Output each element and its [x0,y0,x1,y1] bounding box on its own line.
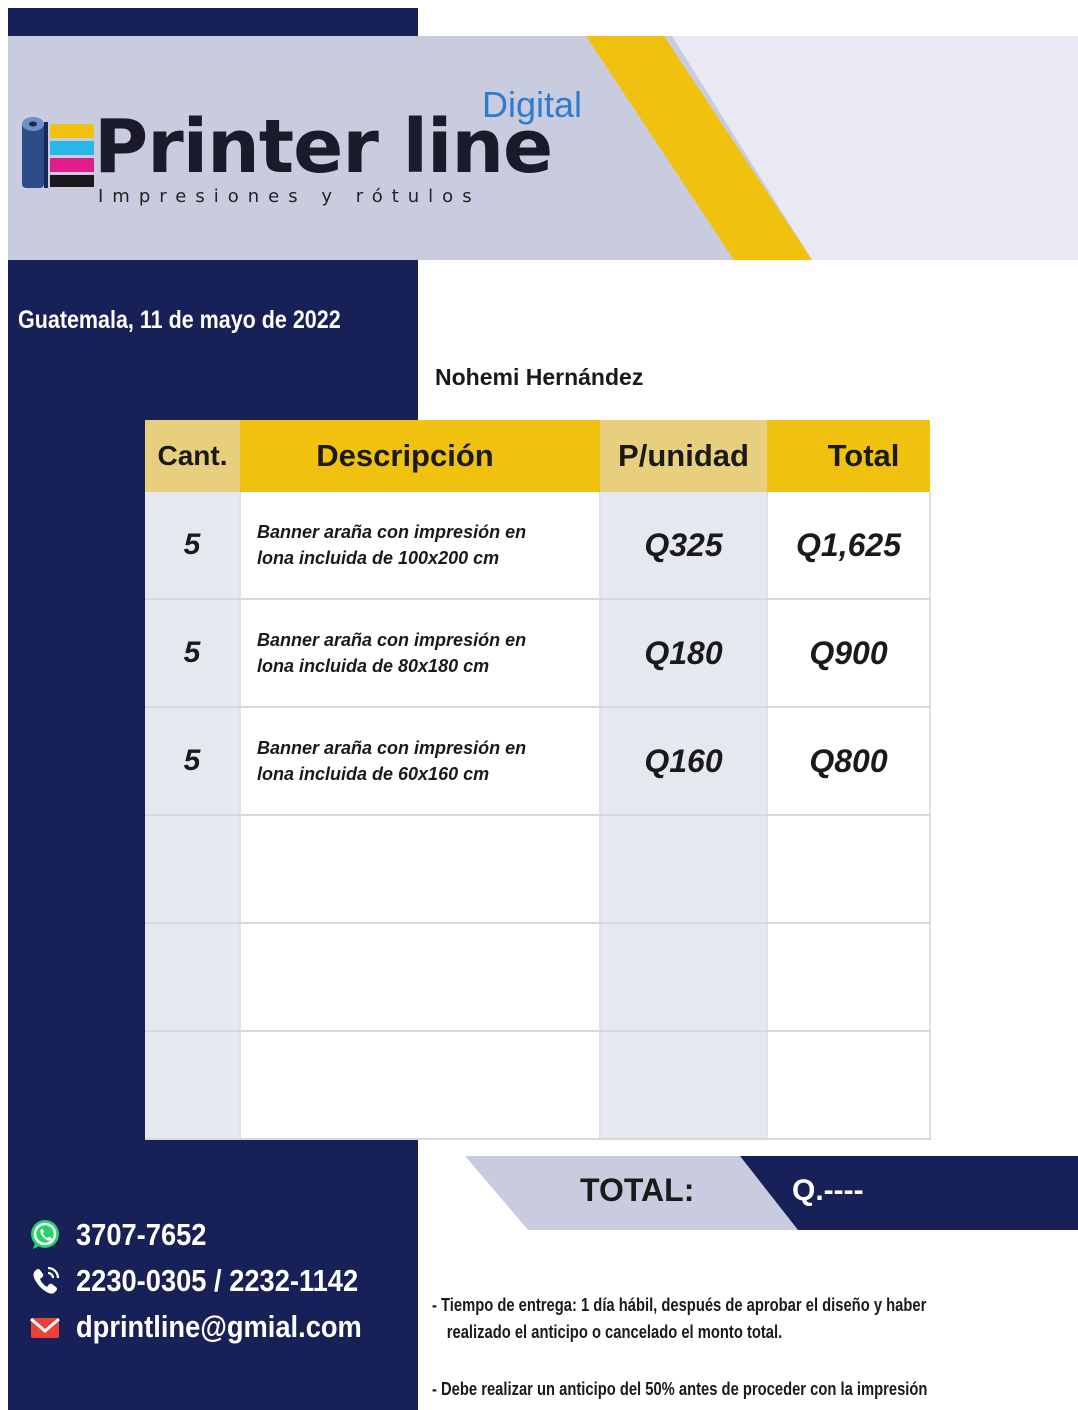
row-description [239,815,601,924]
row-description: Banner araña con impresión en lona inclui… [239,492,601,600]
phone-numbers: 2230-0305 / 2232-1142 [76,1263,359,1298]
table-row [145,815,931,924]
quote-page: Printer line Digital Impresiones y rótul… [0,0,1078,1410]
note-delivery-line2: realizado el anticipo o cancelado el mon… [446,1322,783,1342]
total-value-shape [740,1156,1078,1230]
row-description-line: lona incluida de 60x160 cm [257,764,490,784]
mail-icon [30,1317,60,1338]
row-description [239,923,601,1032]
terms-notes: - Tiempo de entrega: 1 día hábil, despué… [432,1292,1078,1403]
header-description: Descripción [240,420,600,492]
row-qty: 5 [145,492,240,600]
row-total [766,815,931,924]
quote-date: Guatemala, 11 de mayo de 2022 [18,306,341,334]
note-deposit: - Debe realizar un anticipo del 50% ante… [432,1379,928,1399]
row-total: Q1,625 [766,492,931,600]
brand-logo: Printer line Digital Impresiones y rótul… [20,84,600,230]
table-header-row: Cant. Descripción P/unidad Total [145,420,930,492]
row-total: Q800 [766,707,931,816]
note-delivery-line1: - Tiempo de entrega: 1 día hábil, despué… [432,1295,927,1315]
row-description-line: Banner araña con impresión en [257,522,527,542]
row-unit-price [600,815,767,924]
row-total: Q900 [766,599,931,708]
row-unit-price: Q180 [600,599,767,708]
row-description [239,1031,601,1140]
brand-tagline: Impresiones y rótulos [98,186,481,207]
row-description-line: Banner araña con impresión en [257,738,527,758]
email-address: dprintline@gmial.com [76,1309,362,1344]
row-description: Banner araña con impresión en lona inclui… [239,599,601,708]
row-unit-price: Q325 [600,492,767,600]
row-description-line: lona incluida de 80x180 cm [257,656,490,676]
row-description: Banner araña con impresión en lona inclui… [239,707,601,816]
row-description-line: Banner araña con impresión en [257,630,527,650]
total-label: TOTAL: [580,1172,695,1208]
phone-icon [33,1266,60,1294]
row-unit-price: Q160 [600,707,767,816]
header-unit-price: P/unidad [600,420,767,492]
contact-block: 3707-7652 2230-0305 / 2232-1142 dprintli… [28,1212,401,1350]
row-qty [145,923,240,1032]
table-row: 5 Banner araña con impresión en lona incl… [145,599,931,708]
table-row: 5 Banner araña con impresión en lona incl… [145,707,931,816]
row-total [766,923,931,1032]
total-value: Q.---- [792,1174,864,1207]
whatsapp-number: 3707-7652 [76,1217,207,1252]
header-qty: Cant. [145,420,240,492]
row-unit-price [600,1031,767,1140]
contact-phones: 2230-0305 / 2232-1142 [28,1258,401,1304]
row-qty: 5 [145,707,240,816]
row-description-line: lona incluida de 100x200 cm [257,548,500,568]
table-row: 5 Banner araña con impresión en lona incl… [145,492,931,600]
row-qty: 5 [145,599,240,708]
row-qty [145,815,240,924]
contact-whatsapp: 3707-7652 [28,1212,401,1258]
row-total [766,1031,931,1140]
whatsapp-icon [31,1220,59,1249]
header-total: Total [767,420,930,492]
table-row [145,1031,931,1140]
row-qty [145,1031,240,1140]
contact-email: dprintline@gmial.com [28,1304,401,1350]
printer-roll-icon [22,117,94,188]
row-unit-price [600,923,767,1032]
client-name: Nohemi Hernández [435,364,644,390]
brand-subname: Digital [482,84,583,125]
items-table: Cant. Descripción P/unidad Total 5 Banne… [145,420,931,1140]
table-row [145,923,931,1032]
